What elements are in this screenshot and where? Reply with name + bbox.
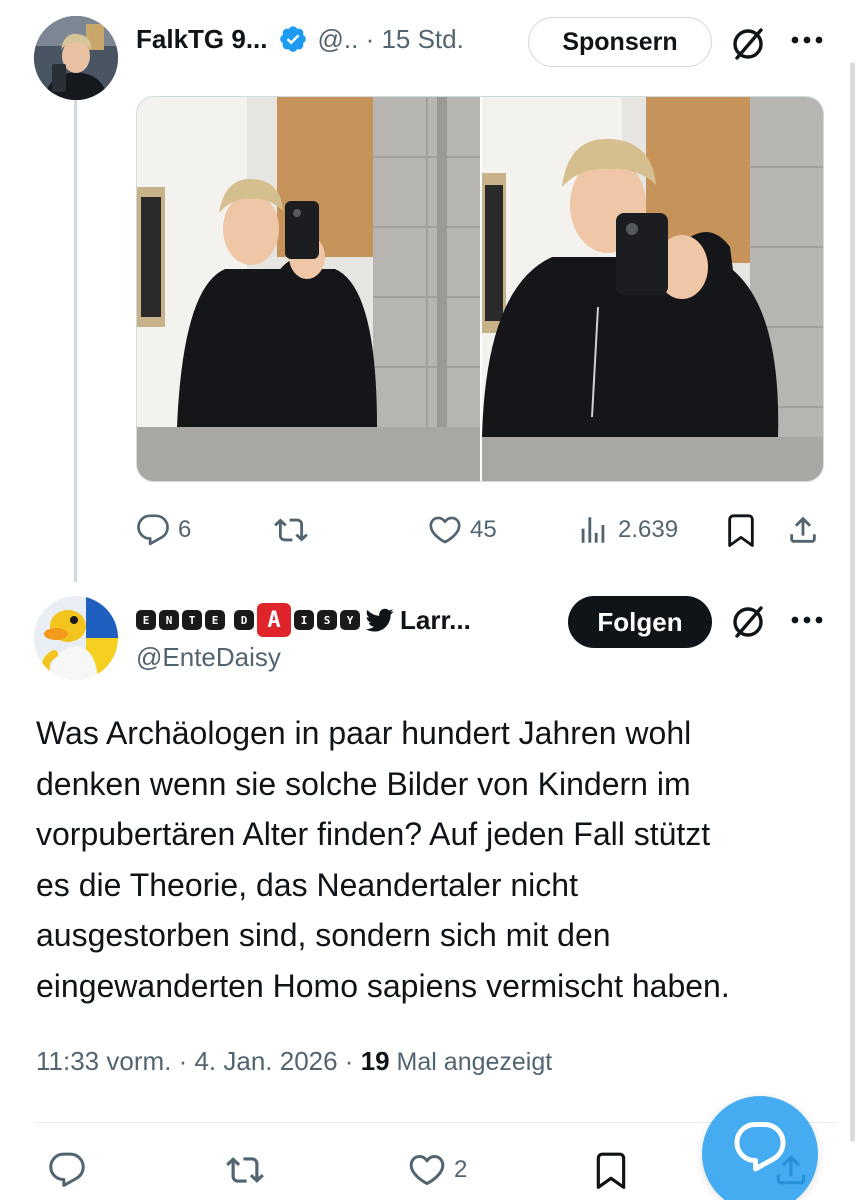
- view-label: Mal angezeigt: [389, 1048, 553, 1076]
- views-icon: [581, 517, 605, 543]
- views-button[interactable]: 2.639: [576, 508, 678, 552]
- decoration-letter: D: [234, 610, 254, 630]
- reply-button[interactable]: [48, 1148, 86, 1192]
- repost-icon: [226, 1157, 264, 1183]
- reply-icon: [49, 1152, 85, 1187]
- handle-and-time[interactable]: @.. · 15 Std.: [318, 24, 464, 55]
- follow-button[interactable]: Folgen: [568, 596, 712, 648]
- post-timestamp: 11:33 vorm. · 4. Jan. 2026 · 19 Mal ange…: [36, 1046, 552, 1077]
- decoration-letter: Y: [340, 610, 360, 630]
- decoration-letter: T: [182, 610, 202, 630]
- post-text-line: ausgestorben sind, sondern sich mit den: [36, 917, 611, 953]
- like-icon: [409, 1155, 445, 1185]
- decoration-letter: I: [294, 610, 314, 630]
- timestamp-text[interactable]: 11:33 vorm. · 4. Jan. 2026 ·: [36, 1046, 361, 1076]
- scrollbar[interactable]: [850, 62, 855, 1142]
- reply-icon: [137, 514, 169, 546]
- bookmark-icon: [728, 514, 754, 547]
- verified-icon: [279, 26, 306, 52]
- compose-reply-icon: [734, 1122, 786, 1172]
- post-text-line: Was Archäologen in paar hundert Jahren w…: [36, 715, 692, 751]
- reply-count: 6: [178, 516, 192, 543]
- post-text-line: es die Theorie, das Neandertaler nicht: [36, 866, 578, 903]
- sponsor-button[interactable]: Sponsern: [528, 17, 712, 67]
- post-text: Was Archäologen in paar hundert Jahren w…: [36, 708, 836, 1011]
- reply-button[interactable]: 6: [136, 508, 191, 552]
- more-icon[interactable]: [789, 30, 825, 50]
- decoration-letter: A: [257, 603, 291, 637]
- repost-button[interactable]: [274, 508, 308, 552]
- author-name[interactable]: Larr...: [400, 605, 471, 636]
- like-count: 45: [470, 516, 497, 543]
- more-icon[interactable]: [789, 610, 825, 630]
- like-button[interactable]: 2: [408, 1148, 467, 1192]
- decoration-letter: N: [159, 610, 179, 630]
- bookmark-icon: [596, 1152, 626, 1189]
- compose-reply-button[interactable]: [702, 1096, 818, 1200]
- bookmark-button[interactable]: [724, 508, 758, 552]
- decoration-letter: E: [136, 610, 156, 630]
- like-icon: [429, 516, 461, 544]
- post-actions: 6 45 2.639: [136, 508, 826, 552]
- post-text-line: denken wenn sie solche Bilder von Kinder…: [36, 765, 691, 802]
- like-count: 2: [454, 1156, 468, 1183]
- post-text-line: vorpubertären Alter finden? Auf jeden Fa…: [36, 816, 711, 852]
- media-gallery[interactable]: [136, 96, 824, 482]
- bookmark-button[interactable]: [592, 1148, 630, 1192]
- grok-icon[interactable]: [728, 24, 768, 64]
- author-handle[interactable]: @EnteDaisy: [136, 642, 281, 673]
- like-button[interactable]: 45: [428, 508, 497, 552]
- photo[interactable]: [137, 97, 480, 481]
- avatar[interactable]: [34, 16, 118, 100]
- avatar[interactable]: [34, 596, 118, 680]
- view-count: 2.639: [618, 516, 679, 543]
- thread-connector-line: [74, 100, 77, 582]
- repost-button[interactable]: [226, 1148, 264, 1192]
- decoration-letter: S: [317, 610, 337, 630]
- decoration-letter: E: [205, 610, 225, 630]
- name-decoration: E N T E D A I S Y: [136, 603, 360, 637]
- share-icon: [790, 516, 816, 543]
- post-text-line: eingewanderten Homo sapiens vermischt ha…: [36, 967, 730, 1004]
- grok-icon[interactable]: [728, 602, 768, 642]
- view-count: 19: [360, 1046, 390, 1076]
- repost-icon: [274, 518, 308, 542]
- share-button[interactable]: [786, 508, 820, 552]
- bird-icon: [366, 608, 394, 632]
- author-name[interactable]: FalkTG 9...: [136, 24, 268, 55]
- photo[interactable]: [482, 97, 823, 481]
